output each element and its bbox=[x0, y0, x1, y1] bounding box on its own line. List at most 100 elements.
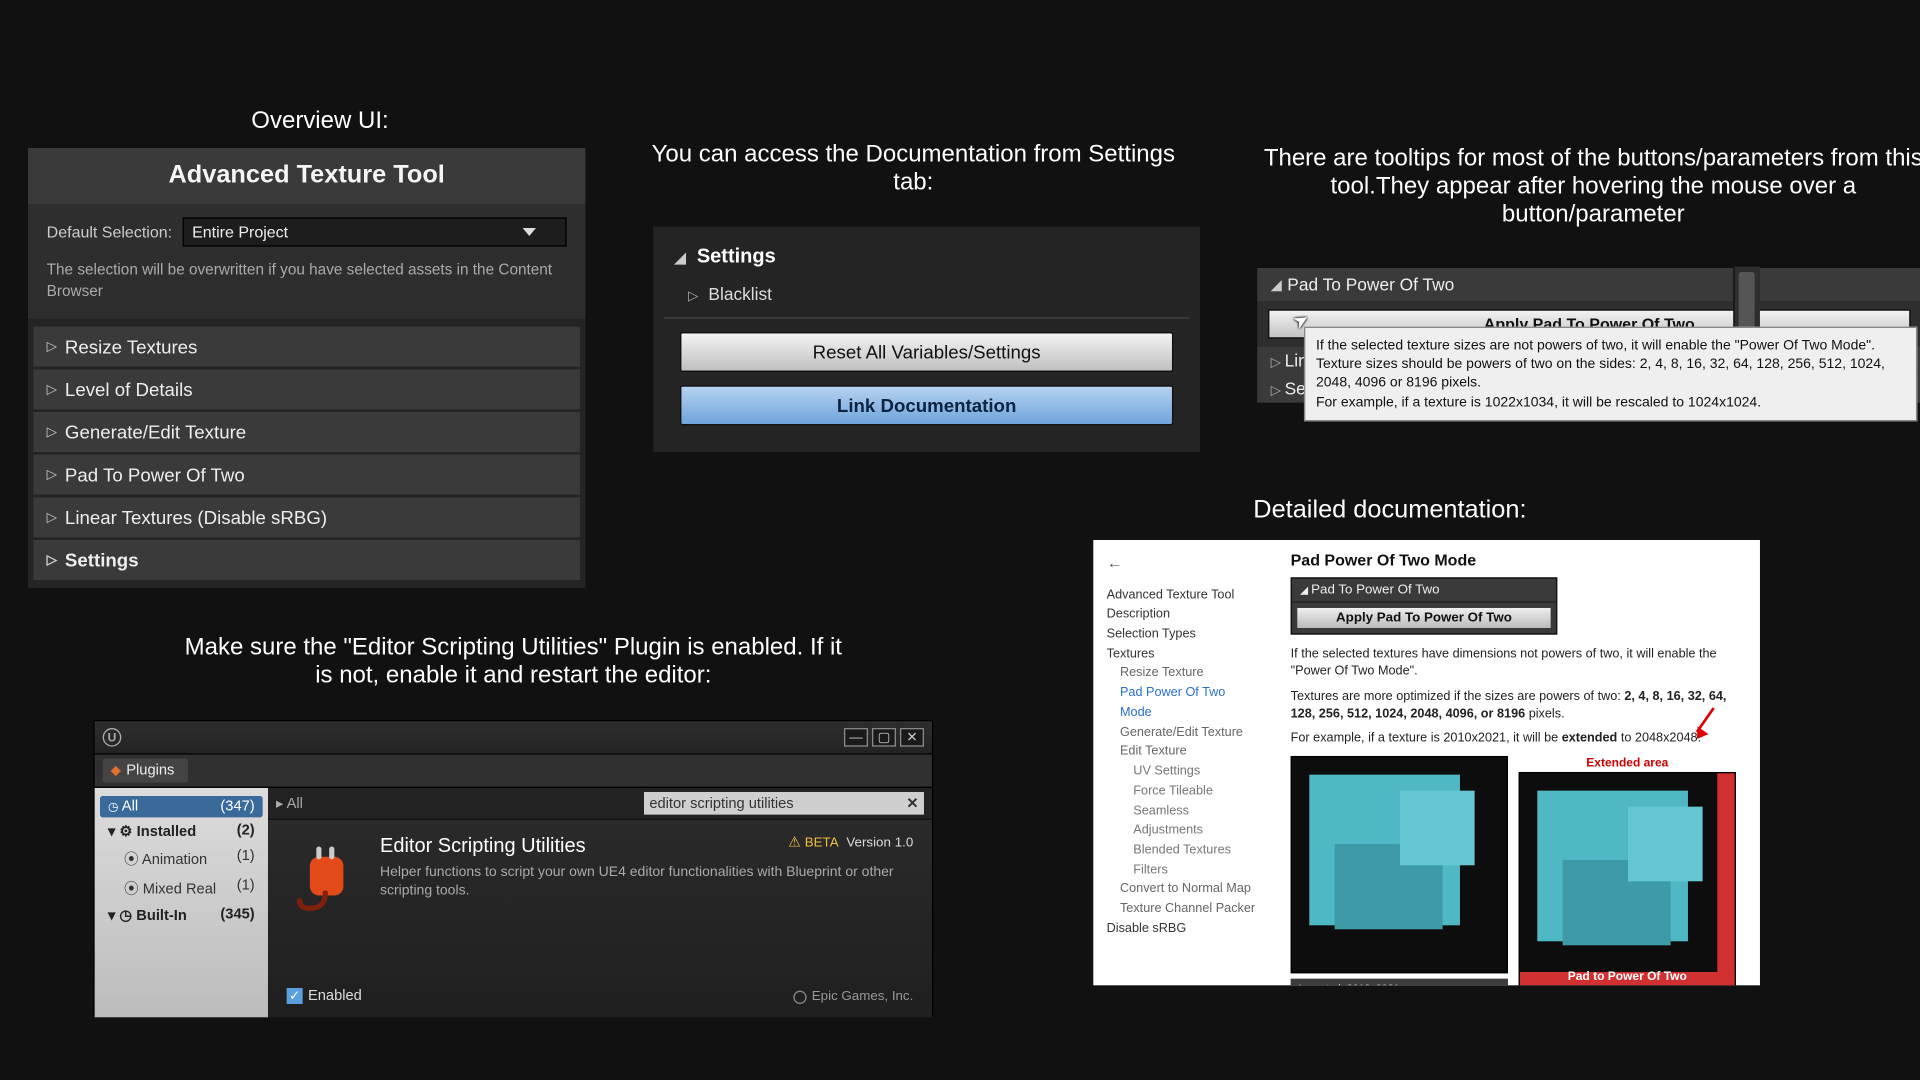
chevron-down-icon: ◢ bbox=[1271, 276, 1282, 293]
docs-nav-item[interactable]: Resize Texture bbox=[1107, 665, 1256, 685]
docs-sidebar: ← Advanced Texture Tool Description Sele… bbox=[1093, 540, 1266, 985]
default-selection-dropdown[interactable]: Entire Project bbox=[183, 217, 567, 246]
expand-icon: ▷ bbox=[47, 553, 57, 568]
docs-heading: Detailed documentation: bbox=[1253, 496, 1666, 525]
settings-panel: ◢ Settings ▷ Blacklist Reset All Variabl… bbox=[653, 227, 1200, 452]
blacklist-expander[interactable]: ▷ Blacklist bbox=[664, 273, 1189, 314]
unreal-logo-icon: U bbox=[103, 728, 122, 747]
version-value: 1.0 bbox=[895, 836, 914, 851]
plugin-name: Editor Scripting Utilities bbox=[380, 835, 586, 858]
sidebar-all[interactable]: ◷ All (347) bbox=[100, 796, 263, 817]
plugin-icon bbox=[287, 841, 364, 918]
company-label: Epic Games, Inc. bbox=[812, 989, 914, 1004]
section-label: Level of Details bbox=[65, 379, 193, 400]
plugin-heading: Make sure the "Editor Scripting Utilitie… bbox=[173, 633, 853, 689]
check-icon: ✓ bbox=[287, 988, 303, 1004]
docs-nav-item[interactable]: Force Tileable Seamless bbox=[1107, 782, 1256, 821]
plugin-description: Helper functions to script your own UE4 … bbox=[380, 863, 913, 901]
sidebar-animation[interactable]: ⦿ Animation (1) bbox=[100, 845, 263, 872]
docs-nav-item-active[interactable]: Pad Power Of Two Mode bbox=[1107, 684, 1256, 723]
sidebar-label: Built-In bbox=[136, 908, 187, 924]
docs-nav-item[interactable]: Convert to Normal Map bbox=[1107, 880, 1256, 900]
sidebar-mixed-reality[interactable]: ⦿ Mixed Real (1) bbox=[100, 875, 263, 902]
plugin-tab-icon: ◆ bbox=[111, 763, 121, 778]
globe-icon bbox=[793, 990, 806, 1003]
plugin-search-input[interactable]: editor scripting utilities ✕ bbox=[644, 792, 924, 815]
tooltip-line: If the selected texture sizes are not po… bbox=[1316, 336, 1905, 355]
section-label: Pad To Power Of Two bbox=[65, 464, 245, 485]
window-maximize-button[interactable]: ▢ bbox=[872, 728, 896, 747]
section-label: Generate/Edit Texture bbox=[65, 422, 246, 443]
docs-pad-widget: ◢ Pad To Power Of Two Apply Pad To Power… bbox=[1291, 577, 1558, 634]
section-settings[interactable]: ▷ Settings bbox=[33, 540, 580, 580]
sidebar-installed[interactable]: ▾ ⚙ Installed (2) bbox=[100, 820, 263, 843]
docs-nav-item[interactable]: Selection Types bbox=[1107, 625, 1256, 645]
docs-paragraph: For example, if a texture is 2010x2021, … bbox=[1291, 730, 1736, 748]
window-close-button[interactable]: ✕ bbox=[900, 728, 924, 747]
sidebar-label: Mixed Real bbox=[143, 881, 216, 897]
docs-nav-item[interactable]: Filters bbox=[1107, 861, 1256, 881]
pad-to-pow2-expander[interactable]: ◢ Pad To Power Of Two bbox=[1257, 268, 1920, 301]
docs-nav-item[interactable]: Disable sRBG bbox=[1107, 920, 1256, 940]
section-label: Settings bbox=[65, 550, 139, 571]
section-linear-textures[interactable]: ▷Linear Textures (Disable sRBG) bbox=[33, 498, 580, 538]
overview-note: The selection will be overwritten if you… bbox=[47, 260, 567, 303]
default-selection-value: Entire Project bbox=[192, 223, 288, 242]
sidebar-count: (1) bbox=[237, 877, 255, 898]
sidebar-count: (347) bbox=[220, 799, 254, 815]
tooltip-popup: If the selected texture sizes are not po… bbox=[1304, 327, 1917, 421]
plugins-tab[interactable]: ◆ Plugins bbox=[103, 759, 188, 783]
sidebar-count: (2) bbox=[237, 823, 255, 840]
sidebar-count: (345) bbox=[220, 907, 254, 924]
version-label: Version bbox=[846, 836, 890, 851]
documentation-panel: ← Advanced Texture Tool Description Sele… bbox=[1093, 540, 1760, 985]
plugin-company[interactable]: Epic Games, Inc. bbox=[793, 989, 913, 1004]
breadcrumb[interactable]: ▸ All bbox=[276, 795, 303, 812]
texture-info: Imported: 2010x2021 Displayed: 2010x2021… bbox=[1291, 979, 1508, 985]
overview-heading: Overview UI: bbox=[213, 107, 426, 135]
breadcrumb-label: All bbox=[287, 796, 303, 812]
section-generate-edit-texture[interactable]: ▷ Generate/Edit Texture bbox=[33, 412, 580, 452]
docs-nav-item[interactable]: Blended Textures bbox=[1107, 841, 1256, 861]
docs-nav-item[interactable]: Adjustments bbox=[1107, 822, 1256, 842]
docs-pad-caption: Pad to Power Of Two bbox=[1520, 970, 1735, 983]
docs-nav-item[interactable]: UV Settings bbox=[1107, 763, 1256, 783]
docs-nav-item[interactable]: Description bbox=[1107, 606, 1256, 626]
chevron-down-icon: ◢ bbox=[675, 251, 686, 267]
clear-search-icon[interactable]: ✕ bbox=[906, 795, 918, 812]
section-label: Linear Textures (Disable sRBG) bbox=[65, 507, 327, 528]
overview-section-list: ▷Resize Textures ▷Level of Details ▷Gene… bbox=[28, 319, 585, 588]
default-selection-label: Default Selection: bbox=[47, 223, 172, 242]
docs-title: Pad Power Of Two Mode bbox=[1291, 551, 1736, 570]
docs-apply-button[interactable]: Apply Pad To Power Of Two bbox=[1297, 608, 1550, 628]
docs-nav-item[interactable]: Textures bbox=[1107, 645, 1256, 665]
reset-all-button[interactable]: Reset All Variables/Settings bbox=[680, 332, 1173, 372]
extended-area-label: Extended area bbox=[1519, 757, 1736, 770]
sidebar-builtin[interactable]: ▾ ◷ Built-In (345) bbox=[100, 904, 263, 927]
section-resize-textures[interactable]: ▷Resize Textures bbox=[33, 327, 580, 367]
expand-icon: ▷ bbox=[1271, 384, 1285, 399]
window-tab-bar: ◆ Plugins bbox=[95, 755, 932, 788]
window-minimize-button[interactable]: — bbox=[844, 728, 868, 747]
expand-icon: ▷ bbox=[47, 425, 57, 440]
divider bbox=[664, 317, 1189, 318]
overview-title: Advanced Texture Tool bbox=[28, 148, 585, 204]
docs-nav-item[interactable]: Generate/Edit Texture bbox=[1107, 723, 1256, 743]
docs-pad-head-label: Pad To Power Of Two bbox=[1311, 583, 1439, 598]
docs-nav-item[interactable]: Texture Channel Packer bbox=[1107, 900, 1256, 920]
section-level-of-details[interactable]: ▷Level of Details bbox=[33, 370, 580, 410]
tooltips-heading: There are tooltips for most of the butto… bbox=[1253, 144, 1920, 228]
settings-expander[interactable]: ◢ Settings bbox=[664, 240, 1189, 273]
enabled-label: Enabled bbox=[308, 988, 362, 1004]
docs-nav-item[interactable]: Advanced Texture Tool bbox=[1107, 586, 1256, 606]
section-label: Resize Textures bbox=[65, 336, 197, 357]
docs-content: Pad Power Of Two Mode ◢ Pad To Power Of … bbox=[1267, 540, 1760, 985]
search-value: editor scripting utilities bbox=[649, 795, 793, 811]
texture-preview-original bbox=[1291, 757, 1508, 974]
link-documentation-button[interactable]: Link Documentation bbox=[680, 385, 1173, 425]
sidebar-label: Animation bbox=[142, 852, 207, 868]
docs-nav-item[interactable]: Edit Texture bbox=[1107, 743, 1256, 763]
enabled-checkbox[interactable]: ✓ Enabled bbox=[287, 988, 362, 1004]
back-button[interactable]: ← bbox=[1107, 551, 1256, 576]
section-pad-to-power-of-two[interactable]: ▷Pad To Power Of Two bbox=[33, 455, 580, 495]
